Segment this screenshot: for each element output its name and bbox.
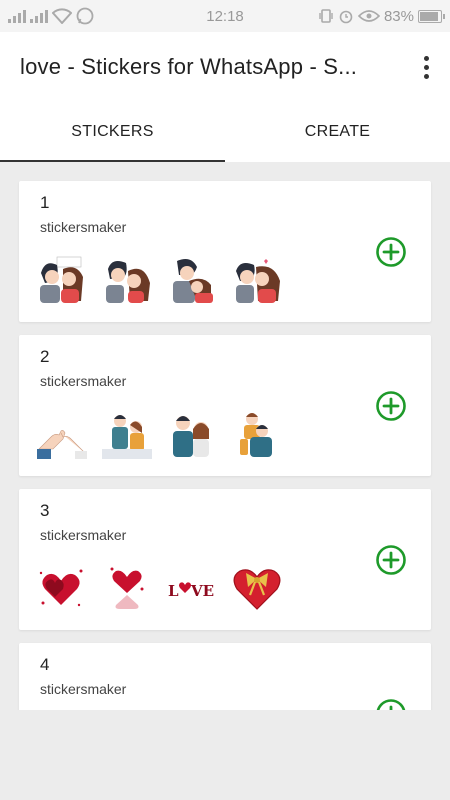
sticker-preview-row xyxy=(37,409,282,459)
couple-kiss-sticker xyxy=(236,259,280,303)
couple-sticker xyxy=(173,416,209,457)
sticker-preview-row xyxy=(37,255,282,305)
svg-text:VE: VE xyxy=(190,582,214,600)
sticker-pack-card[interactable]: 2 stickersmaker xyxy=(19,335,431,476)
add-to-whatsapp-button[interactable] xyxy=(375,390,407,422)
hands-pinky-sticker xyxy=(37,430,87,459)
couple-kiss-sticker xyxy=(40,256,83,303)
couple-hug-sticker xyxy=(240,413,272,457)
sticker-pack-card[interactable]: 1 stickersmaker xyxy=(19,181,431,322)
couple-kiss-sticker xyxy=(106,261,150,303)
status-icons-left xyxy=(8,7,94,25)
add-to-whatsapp-button[interactable] xyxy=(375,698,407,710)
eye-icon xyxy=(357,10,380,22)
pack-author: stickersmaker xyxy=(40,681,127,697)
pack-author: stickersmaker xyxy=(40,219,127,235)
app-bar: love - Stickers for WhatsApp - S... xyxy=(0,32,450,102)
wifi-icon xyxy=(52,8,72,24)
signal-icon xyxy=(30,9,48,23)
svg-text:L: L xyxy=(168,582,179,600)
couple-sticker xyxy=(102,415,152,459)
pack-number: 2 xyxy=(40,347,50,366)
tab-stickers[interactable]: STICKERS xyxy=(0,102,225,162)
menu-dot xyxy=(423,64,429,70)
add-to-whatsapp-button[interactable] xyxy=(375,236,407,268)
love-text-sticker: L VE xyxy=(168,582,214,600)
signal-icon xyxy=(8,9,26,23)
status-bar: 12:18 83% xyxy=(0,0,450,32)
pack-author: stickersmaker xyxy=(40,527,127,543)
menu-dot xyxy=(423,55,429,61)
app-title: love - Stickers for WhatsApp - S... xyxy=(20,54,358,79)
alarm-icon xyxy=(339,10,353,24)
whatsapp-icon xyxy=(76,7,94,25)
battery-percent: 83% xyxy=(383,7,414,25)
sticker-preview-row: L VE xyxy=(37,563,282,613)
tab-bar: STICKERS CREATE xyxy=(0,102,450,162)
status-icons-right: 83% xyxy=(318,7,445,25)
tab-create[interactable]: CREATE xyxy=(225,102,450,162)
hearts-sticker xyxy=(39,569,83,607)
overflow-menu-button[interactable] xyxy=(414,52,438,82)
menu-dot xyxy=(423,73,429,79)
pack-author: stickersmaker xyxy=(40,373,127,389)
pack-number: 1 xyxy=(40,193,50,212)
hearts-reflection-sticker xyxy=(110,567,144,609)
vibrate-icon xyxy=(319,9,333,23)
pack-number: 4 xyxy=(40,655,50,674)
couple-kiss-sticker xyxy=(173,259,213,303)
heart-bow-sticker xyxy=(233,569,281,610)
sticker-pack-card[interactable]: 3 stickersmaker L VE xyxy=(19,489,431,630)
sticker-pack-list[interactable]: 1 stickersmaker 2 stickersmaker 3 sticke… xyxy=(0,162,450,710)
sticker-pack-card[interactable]: 4 stickersmaker xyxy=(19,643,431,710)
pack-number: 3 xyxy=(40,501,50,520)
add-to-whatsapp-button[interactable] xyxy=(375,544,407,576)
status-time: 12:18 xyxy=(206,7,244,25)
battery-icon xyxy=(418,9,445,23)
